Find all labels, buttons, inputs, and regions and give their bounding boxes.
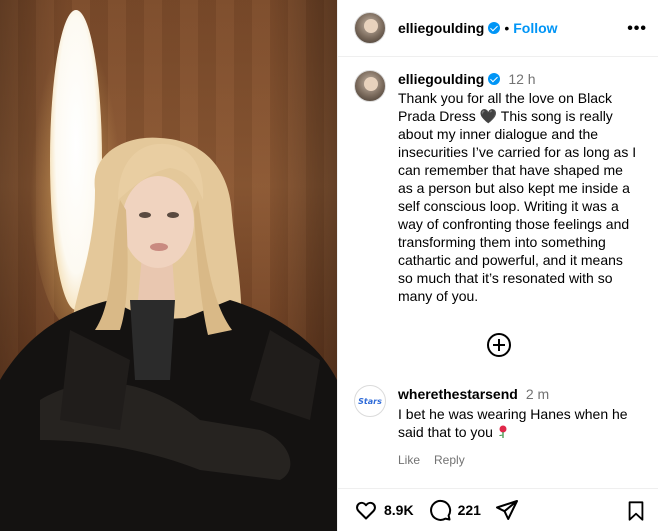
comment-item: Stars wherethestarsend 2 m I bet he was … <box>354 385 650 469</box>
post-video[interactable] <box>0 0 337 531</box>
separator-dot: • <box>504 20 510 36</box>
caption-author-avatar[interactable] <box>354 70 386 102</box>
commenter-username[interactable]: wherethestarsend <box>398 385 518 403</box>
post-caption: elliegoulding 12 h Thank you for all the… <box>354 70 650 305</box>
person-figure <box>0 137 337 531</box>
verified-badge-icon <box>488 73 501 85</box>
verified-badge-icon <box>488 22 501 34</box>
plus-circle-icon[interactable] <box>487 333 511 357</box>
post-actions-bar: 8.9K 221 <box>338 488 658 531</box>
rose-emoji-icon <box>498 425 507 438</box>
comment-button[interactable]: 221 <box>428 498 481 522</box>
post-side-panel: elliegoulding • Follow ••• elliegoulding… <box>337 0 658 531</box>
send-icon <box>495 500 518 520</box>
caption-text: Thank you for all the love on Black Prad… <box>398 90 637 304</box>
save-button[interactable] <box>625 500 647 527</box>
heart-icon <box>356 501 376 520</box>
comment-count[interactable]: 221 <box>458 502 481 518</box>
comment-like-button[interactable]: Like <box>398 451 420 469</box>
follow-button[interactable]: Follow <box>513 20 557 36</box>
more-options-icon[interactable]: ••• <box>627 20 647 38</box>
comment-text-content: I bet he was wearing Hanes when he said … <box>398 406 628 440</box>
post-header: elliegoulding • Follow ••• <box>338 0 658 57</box>
comment-reply-button[interactable]: Reply <box>434 451 465 469</box>
bookmark-icon <box>628 501 644 521</box>
like-count[interactable]: 8.9K <box>384 502 414 518</box>
caption-timestamp[interactable]: 12 h <box>508 70 535 88</box>
author-avatar[interactable] <box>354 12 386 44</box>
commenter-avatar-logo: Stars <box>358 396 382 406</box>
comment-timestamp: 2 m <box>525 386 550 402</box>
comment-text: I bet he was wearing Hanes when he said … <box>398 405 638 441</box>
comment-icon <box>429 499 451 521</box>
author-username[interactable]: elliegoulding <box>398 20 484 36</box>
caption-author-username[interactable]: elliegoulding <box>398 70 484 88</box>
share-button[interactable] <box>495 498 519 522</box>
like-button[interactable]: 8.9K <box>354 498 414 522</box>
commenter-avatar[interactable]: Stars <box>354 385 386 417</box>
